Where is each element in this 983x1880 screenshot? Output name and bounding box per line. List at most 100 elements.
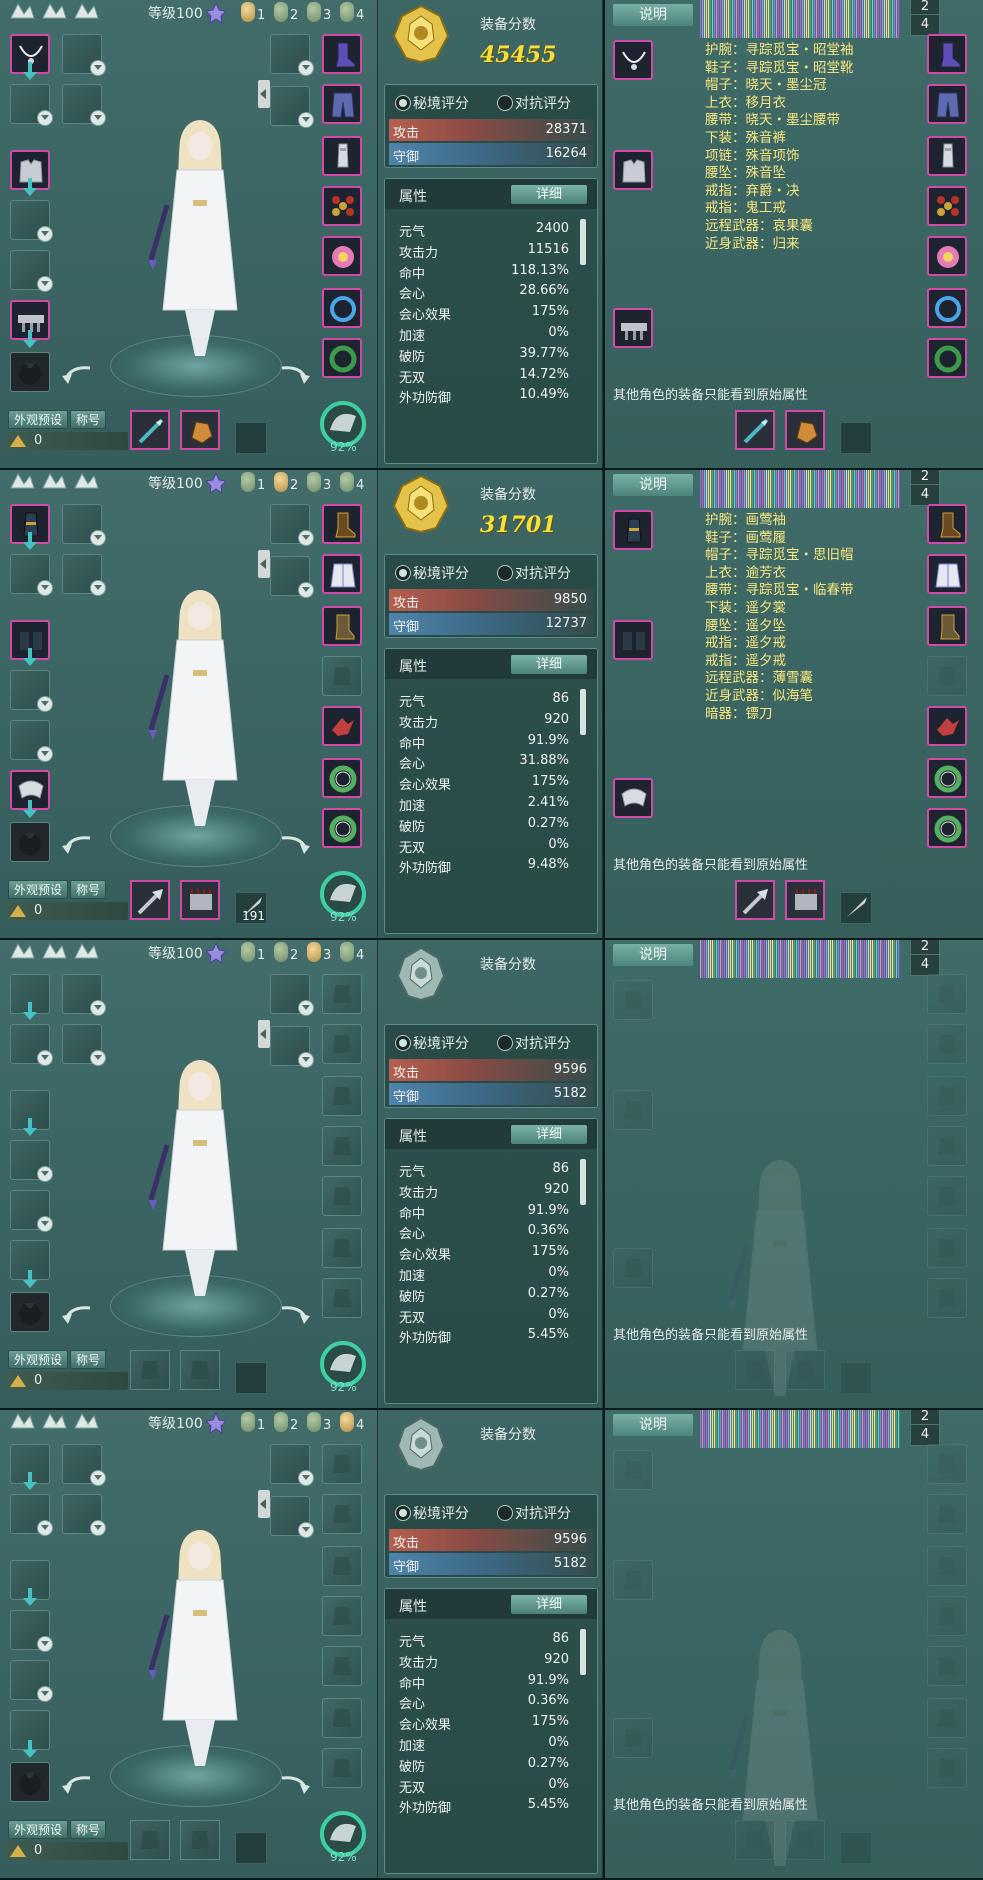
slot-dropdown-icon[interactable] bbox=[90, 1470, 106, 1486]
target-slot-left-3[interactable] bbox=[613, 1248, 653, 1288]
slot-dropdown-icon[interactable] bbox=[90, 60, 106, 76]
slot-dropdown-icon[interactable] bbox=[90, 1050, 106, 1066]
target-slot-right-7[interactable] bbox=[927, 1748, 967, 1788]
slot-dropdown-icon[interactable] bbox=[298, 530, 314, 546]
rotate-left-icon[interactable] bbox=[60, 1772, 94, 1796]
preset-1-button[interactable]: 1 bbox=[240, 470, 270, 496]
title-button[interactable]: 称号 bbox=[70, 1350, 107, 1369]
page-number-b[interactable]: 4 bbox=[910, 1424, 940, 1446]
detail-button[interactable]: 详细 bbox=[511, 1595, 587, 1614]
target-slot-right-5[interactable] bbox=[927, 1646, 967, 1686]
outfit-tab-icon[interactable] bbox=[40, 470, 68, 492]
explanation-button[interactable]: 说明 bbox=[613, 4, 693, 26]
necklace-slot[interactable] bbox=[322, 186, 362, 226]
slot-dropdown-icon[interactable] bbox=[37, 226, 53, 242]
ring-slot-1[interactable] bbox=[322, 288, 362, 328]
preset-1-button[interactable]: 1 bbox=[240, 0, 270, 26]
slot-dropdown-icon[interactable] bbox=[298, 112, 314, 128]
pvp-radio[interactable] bbox=[497, 565, 513, 581]
appearance-preset-button[interactable]: 外观预设 bbox=[8, 410, 69, 429]
ranged-weapon-slot[interactable] bbox=[130, 1350, 170, 1390]
target-slot-left-3[interactable] bbox=[613, 778, 653, 818]
boots-slot[interactable] bbox=[322, 504, 362, 544]
slot-dropdown-icon[interactable] bbox=[90, 1520, 106, 1536]
slot-dropdown-icon[interactable] bbox=[37, 580, 53, 596]
target-slot-right-2[interactable] bbox=[927, 84, 967, 124]
legging-slot[interactable] bbox=[322, 1546, 362, 1586]
secret-realm-radio[interactable] bbox=[395, 95, 411, 111]
rotate-right-icon[interactable] bbox=[278, 1772, 312, 1796]
preset-3-button[interactable]: 3 bbox=[306, 0, 336, 26]
page-number-b[interactable]: 4 bbox=[910, 484, 940, 506]
target-slot-left-3[interactable] bbox=[613, 308, 653, 348]
page-number-b[interactable]: 4 bbox=[910, 954, 940, 976]
appearance-tab-icon[interactable] bbox=[8, 0, 36, 22]
melee-weapon-slot[interactable] bbox=[180, 880, 220, 920]
preset-2-button[interactable]: 2 bbox=[273, 1410, 303, 1436]
secret-realm-radio[interactable] bbox=[395, 1505, 411, 1521]
waist-slot[interactable] bbox=[322, 1176, 362, 1216]
collapse-side-tab[interactable] bbox=[258, 80, 270, 108]
ring-slot-2[interactable] bbox=[322, 338, 362, 378]
target-slot-right-3[interactable] bbox=[927, 606, 967, 646]
outfit-tab-icon[interactable] bbox=[40, 940, 68, 962]
appearance-preset-button[interactable]: 外观预设 bbox=[8, 1350, 69, 1369]
target-slot-right-2[interactable] bbox=[927, 1024, 967, 1064]
appearance-preset-button[interactable]: 外观预设 bbox=[8, 880, 69, 899]
page-number-b[interactable]: 4 bbox=[910, 14, 940, 36]
waist-slot[interactable] bbox=[322, 236, 362, 276]
ring-slot-2[interactable] bbox=[322, 808, 362, 848]
attribute-scrollbar[interactable] bbox=[580, 1629, 586, 1675]
target-slot-right-7[interactable] bbox=[927, 1278, 967, 1318]
target-slot-right-2[interactable] bbox=[927, 1494, 967, 1534]
slot-dropdown-icon[interactable] bbox=[37, 696, 53, 712]
ring-slot-2[interactable] bbox=[322, 1748, 362, 1788]
detail-button[interactable]: 详细 bbox=[511, 185, 587, 204]
target-slot-left-2[interactable] bbox=[613, 1090, 653, 1130]
slot-dropdown-icon[interactable] bbox=[298, 1522, 314, 1538]
necklace-slot[interactable] bbox=[322, 1126, 362, 1166]
pendant-slot[interactable] bbox=[10, 822, 50, 862]
target-slot-left-1[interactable] bbox=[613, 1450, 653, 1490]
pants-slot[interactable] bbox=[322, 1024, 362, 1064]
waist-slot[interactable] bbox=[322, 1646, 362, 1686]
pendant-slot[interactable] bbox=[10, 1292, 50, 1332]
melee-weapon-slot[interactable] bbox=[180, 410, 220, 450]
mount-tab-icon[interactable] bbox=[72, 0, 100, 22]
rotate-right-icon[interactable] bbox=[278, 832, 312, 856]
hidden-weapon-slot[interactable] bbox=[235, 1832, 267, 1864]
target-slot-left-1[interactable] bbox=[613, 980, 653, 1020]
ring-slot-1[interactable] bbox=[322, 758, 362, 798]
preset-1-button[interactable]: 1 bbox=[240, 1410, 270, 1436]
preset-4-button[interactable]: 4 bbox=[339, 940, 369, 966]
collapse-side-tab[interactable] bbox=[258, 1020, 270, 1048]
preset-2-button[interactable]: 2 bbox=[273, 940, 303, 966]
target-hidden-weapon-slot[interactable] bbox=[840, 892, 872, 924]
target-ranged-slot[interactable] bbox=[735, 1350, 775, 1390]
hidden-weapon-slot[interactable] bbox=[235, 1362, 267, 1394]
preset-3-button[interactable]: 3 bbox=[306, 470, 336, 496]
target-melee-slot[interactable] bbox=[785, 880, 825, 920]
explanation-button[interactable]: 说明 bbox=[613, 474, 693, 496]
target-slot-left-1[interactable] bbox=[613, 510, 653, 550]
target-hidden-weapon-slot[interactable] bbox=[840, 1832, 872, 1864]
preset-3-button[interactable]: 3 bbox=[306, 1410, 336, 1436]
preset-1-button[interactable]: 1 bbox=[240, 940, 270, 966]
waist-slot[interactable] bbox=[322, 706, 362, 746]
title-button[interactable]: 称号 bbox=[70, 880, 107, 899]
slot-dropdown-icon[interactable] bbox=[37, 1050, 53, 1066]
boots-slot[interactable] bbox=[322, 1444, 362, 1484]
rotate-left-icon[interactable] bbox=[60, 1302, 94, 1326]
pants-slot[interactable] bbox=[322, 84, 362, 124]
target-slot-right-7[interactable] bbox=[927, 338, 967, 378]
target-slot-right-1[interactable] bbox=[927, 1444, 967, 1484]
appearance-preset-button[interactable]: 外观预设 bbox=[8, 1820, 69, 1839]
target-slot-right-1[interactable] bbox=[927, 504, 967, 544]
preset-3-button[interactable]: 3 bbox=[306, 940, 336, 966]
rotate-right-icon[interactable] bbox=[278, 362, 312, 386]
target-slot-left-2[interactable] bbox=[613, 620, 653, 660]
target-slot-right-1[interactable] bbox=[927, 974, 967, 1014]
legging-slot[interactable] bbox=[322, 136, 362, 176]
mount-tab-icon[interactable] bbox=[72, 470, 100, 492]
melee-weapon-slot[interactable] bbox=[180, 1820, 220, 1860]
